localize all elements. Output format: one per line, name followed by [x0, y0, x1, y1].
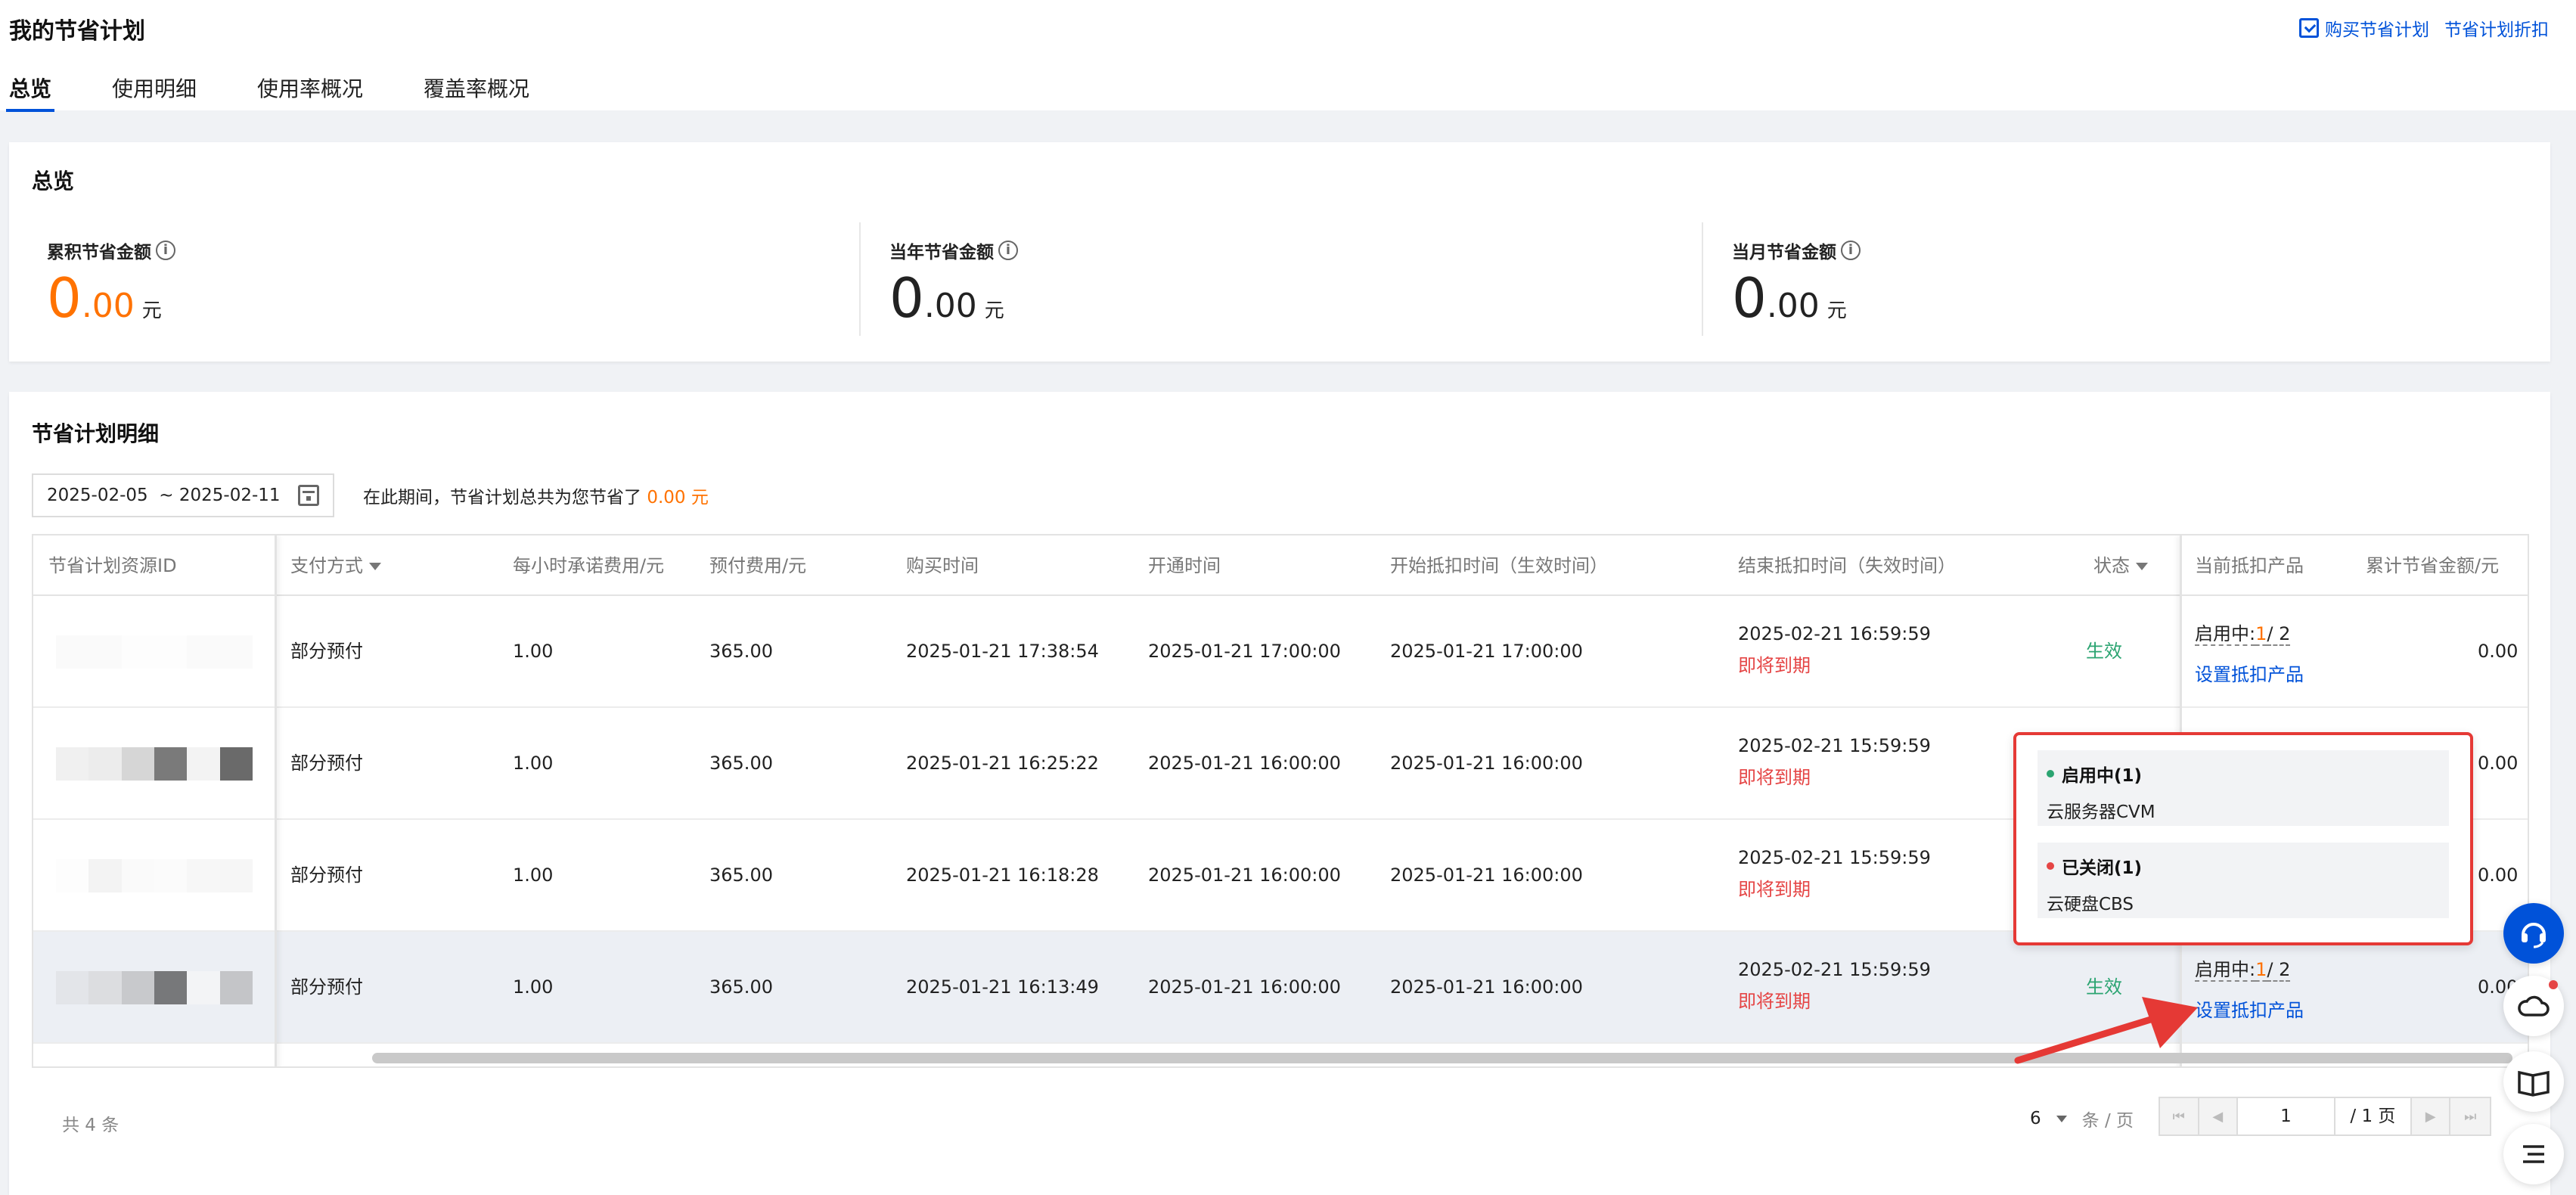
col-pay[interactable]: 支付方式 — [290, 535, 381, 596]
notification-dot — [2549, 980, 2558, 989]
prev-page-button[interactable]: ◀ — [2199, 1098, 2239, 1134]
total-count: 共 4 条 — [62, 1116, 119, 1135]
tab-bar: 总览 使用明细 使用率概况 覆盖率概况 — [5, 73, 590, 112]
info-icon[interactable]: i — [998, 241, 1018, 260]
last-page-button[interactable]: ⏭ — [2450, 1098, 2490, 1134]
col-buy-time: 购买时间 — [906, 555, 979, 576]
expiring-badge: 即将到期 — [1738, 767, 1811, 788]
table-row: 部分预付 1.00 365.00 2025-01-21 17:38:54 202… — [33, 596, 2528, 708]
expiring-badge: 即将到期 — [1738, 655, 1811, 676]
divider — [1702, 222, 1703, 336]
stat-cumulative-label: 累积节省金额 — [47, 243, 151, 262]
info-icon[interactable]: i — [156, 241, 175, 260]
book-icon — [2518, 1070, 2550, 1097]
col-status[interactable]: 状态 — [2093, 535, 2148, 596]
closed-product: 云硬盘CBS — [2047, 895, 2134, 914]
fixed-column-shadow-left — [33, 535, 277, 1066]
first-page-button[interactable]: ⏮ — [2160, 1098, 2199, 1134]
col-open-time: 开通时间 — [1148, 555, 1221, 576]
info-icon[interactable]: i — [1841, 241, 1861, 260]
cart-icon — [2299, 18, 2319, 38]
stat-year: 当年节省金额 i 0 .00 元 — [889, 237, 1721, 336]
buy-savings-plan-label: 购买节省计划 — [2325, 20, 2429, 40]
popover-active-group: 启用中(1) 云服务器CVM — [2038, 750, 2449, 826]
list-icon — [2523, 1145, 2544, 1163]
tab-overview[interactable]: 总览 — [5, 73, 55, 112]
tab-coverage[interactable]: 覆盖率概况 — [424, 73, 529, 112]
tab-utilization[interactable]: 使用率概况 — [257, 73, 363, 112]
period-summary: 在此期间，节省计划总共为您节省了 0.00 元 — [363, 488, 709, 507]
date-range-picker[interactable]: 2025-02-05 ~ 2025-02-11 — [32, 473, 334, 517]
tab-usage-detail[interactable]: 使用明细 — [112, 73, 197, 112]
customer-service-button[interactable] — [2503, 903, 2564, 964]
documentation-button[interactable] — [2503, 1051, 2564, 1112]
overview-title: 总览 — [32, 169, 75, 194]
expiring-badge: 即将到期 — [1738, 991, 1811, 1012]
page-input[interactable]: 1 — [2238, 1098, 2335, 1134]
calendar-icon — [298, 485, 319, 506]
stat-month-value: 0 .00 元 — [1732, 266, 1847, 330]
col-end-time: 结束抵扣时间（失效时间） — [1738, 555, 1956, 576]
chevron-down-icon — [2056, 1115, 2067, 1122]
savings-plan-discount-link[interactable]: 节省计划折扣 — [2444, 15, 2549, 41]
active-dot-icon — [2047, 770, 2054, 778]
filter-icon[interactable] — [2136, 563, 2148, 570]
divider — [859, 222, 861, 336]
cloud-service-button[interactable] — [2503, 976, 2564, 1036]
overview-card: 总览 累积节省金额 i 0 .00 元 当年节省金额 i 0 .00 元 当月节… — [9, 142, 2550, 362]
period-summary-value: 0.00 元 — [647, 488, 709, 507]
date-range-value: 2025-02-05 ~ 2025-02-11 — [47, 486, 281, 505]
pagination: ⏮ ◀ 1 / 1 页 ▶ ⏭ — [2159, 1097, 2491, 1136]
col-start-time: 开始抵扣时间（生效时间） — [1390, 555, 1608, 576]
buy-savings-plan-link[interactable]: 购买节省计划 — [2299, 15, 2429, 41]
stat-cumulative: 累积节省金额 i 0 .00 元 — [47, 237, 879, 336]
next-page-button[interactable]: ▶ — [2411, 1098, 2451, 1134]
expiring-badge: 即将到期 — [1738, 879, 1811, 900]
products-popover: 启用中(1) 云服务器CVM 已关闭(1) 云硬盘CBS — [2013, 732, 2473, 945]
detail-title: 节省计划明细 — [32, 421, 160, 446]
stat-year-label: 当年节省金额 — [889, 243, 994, 262]
closed-dot-icon — [2047, 862, 2054, 870]
filter-icon[interactable] — [369, 563, 381, 570]
stat-year-value: 0 .00 元 — [889, 266, 1004, 330]
active-product: 云服务器CVM — [2047, 802, 2155, 822]
page-total: / 1 页 — [2335, 1098, 2412, 1134]
stat-month: 当月节省金额 i 0 .00 元 — [1732, 237, 2564, 336]
annotation-arrow-icon — [2014, 997, 2198, 1064]
headset-icon — [2522, 923, 2546, 948]
cloud-icon — [2518, 995, 2550, 1017]
page-title: 我的节省计划 — [9, 18, 145, 45]
table-header: 节省计划资源ID 支付方式 每小时承诺费用/元 预付费用/元 购买时间 开通时间… — [33, 535, 2528, 596]
stat-month-label: 当月节省金额 — [1732, 243, 1836, 262]
stat-cumulative-value: 0 .00 元 — [47, 266, 162, 330]
menu-list-button[interactable] — [2503, 1124, 2564, 1184]
top-links: 购买节省计划 节省计划折扣 — [2299, 15, 2549, 41]
col-hourly: 每小时承诺费用/元 — [513, 555, 665, 576]
col-prepaid: 预付费用/元 — [709, 555, 807, 576]
popover-closed-group: 已关闭(1) 云硬盘CBS — [2038, 843, 2449, 918]
page-size-select[interactable]: 6 条 / 页 — [2030, 1106, 2134, 1131]
status-badge: 生效 — [2086, 641, 2122, 662]
